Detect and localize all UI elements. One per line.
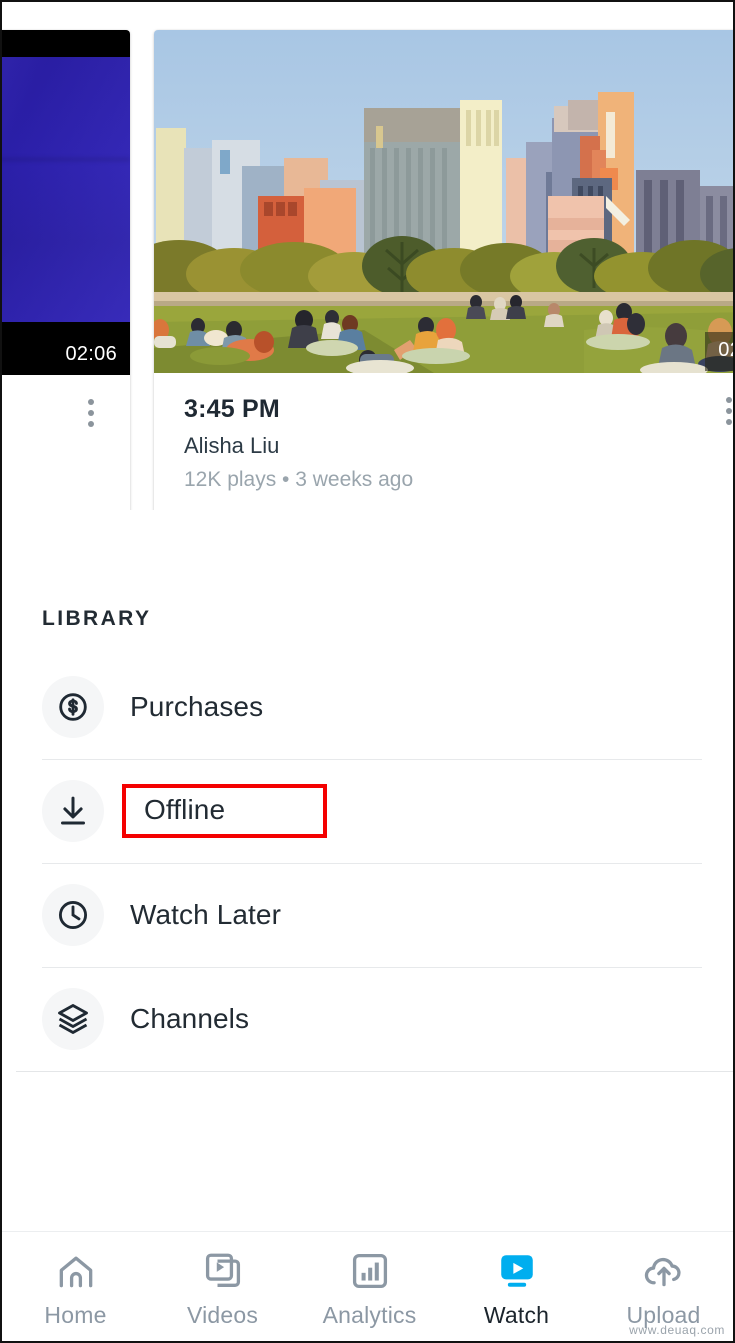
nav-item-analytics[interactable]: Analytics [296, 1232, 443, 1341]
nav-item-label: Videos [186, 1301, 259, 1328]
nav-item-watch[interactable]: Watch [443, 1232, 590, 1341]
library-list: Purchases Offline Watch Later Channels [2, 655, 733, 1071]
clock-icon [42, 884, 104, 946]
city-park-illustration [154, 30, 733, 373]
video-duration-badge: 02: [705, 332, 733, 371]
nav-item-label: Watch [483, 1301, 550, 1328]
watch-tv-icon [500, 1254, 533, 1287]
kebab-menu-icon[interactable] [716, 397, 733, 427]
nav-item-home[interactable]: Home [2, 1232, 149, 1341]
library-item-label: Channels [130, 1003, 250, 1034]
library-item-offline[interactable]: Offline [2, 759, 733, 863]
layers-icon [42, 988, 104, 1050]
library-item-purchases[interactable]: Purchases [2, 655, 733, 759]
app-screen: 02:06 0 3:45 PM Alisha Liu 12K plays • 3… [0, 0, 735, 1343]
kebab-menu-icon[interactable] [78, 399, 104, 429]
video-thumbnail-previous[interactable]: 02:06 [2, 30, 130, 375]
dollar-coin-icon [42, 676, 104, 738]
video-author: Alisha Liu [184, 433, 280, 458]
cloud-upload-icon [644, 1257, 681, 1286]
videos-icon [205, 1253, 240, 1287]
bottom-navigation: Home Videos Analytics Watch Upload [2, 1231, 733, 1341]
nav-item-videos[interactable]: Videos [149, 1232, 296, 1341]
video-carousel[interactable]: 02:06 0 3:45 PM Alisha Liu 12K plays • 3… [2, 2, 733, 510]
library-item-channels[interactable]: Channels [2, 967, 733, 1071]
library-item-watch-later[interactable]: Watch Later [2, 863, 733, 967]
library-heading: LIBRARY [42, 607, 152, 630]
nav-item-label: Analytics [322, 1301, 417, 1328]
library-item-label: Offline [122, 784, 328, 838]
video-meta-previous [2, 375, 130, 427]
home-icon [59, 1256, 92, 1287]
video-thumbnail-current[interactable]: 02: [154, 30, 733, 373]
thumbnail-image-blurred [2, 57, 130, 322]
library-item-label: Watch Later [130, 899, 282, 930]
analytics-icon [352, 1253, 387, 1288]
nav-item-label: Home [44, 1301, 107, 1328]
library-item-label: Purchases [130, 691, 264, 722]
video-card-current[interactable]: 02: 3:45 PM Alisha Liu 12K plays • 3 wee… [154, 30, 733, 510]
download-icon [42, 780, 104, 842]
video-meta-current: 3:45 PM Alisha Liu 12K plays • 3 weeks a… [154, 373, 733, 492]
library-bottom-divider [16, 1071, 733, 1072]
video-stats: 12K plays • 3 weeks ago [184, 468, 414, 491]
video-title: 3:45 PM [184, 395, 280, 423]
video-duration-badge: 02:06 [52, 336, 130, 375]
watermark: www.deuaq.com [629, 1323, 725, 1337]
library-section: LIBRARY Purchases Offline Watch Later Ch… [2, 562, 733, 1072]
video-card-previous[interactable]: 02:06 [2, 30, 130, 510]
